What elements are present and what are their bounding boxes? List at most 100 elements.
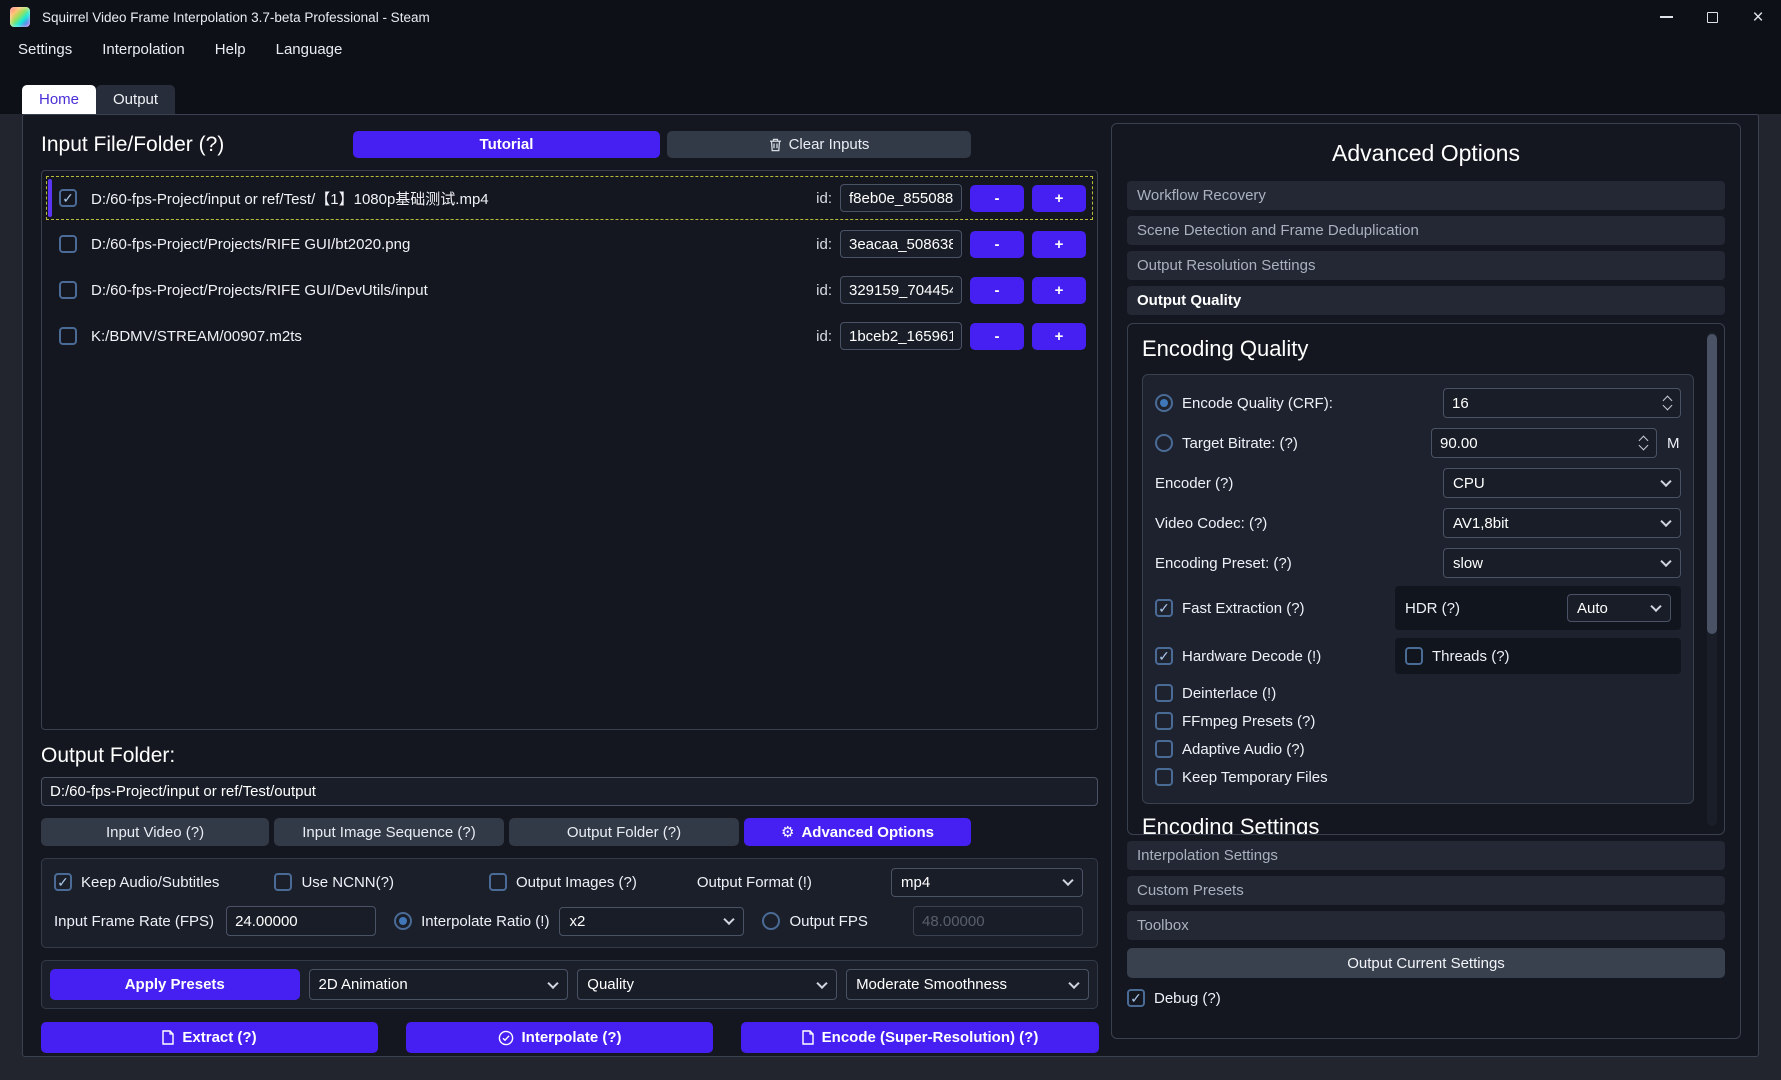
codec-select[interactable]: AV1,8bit [1443, 508, 1681, 538]
section-toolbox[interactable]: Toolbox [1127, 911, 1725, 940]
encode-button[interactable]: Encode (Super-Resolution) (?) [741, 1022, 1099, 1053]
file-checkbox[interactable] [59, 235, 77, 253]
add-file-button[interactable]: + [1032, 323, 1086, 350]
file-row[interactable]: K:/BDMV/STREAM/00907.m2ts id: - + [46, 314, 1093, 358]
bitrate-radio[interactable] [1155, 434, 1173, 452]
remove-file-button[interactable]: - [970, 231, 1024, 258]
menu-settings[interactable]: Settings [18, 41, 72, 58]
maximize-button[interactable] [1689, 0, 1735, 34]
remove-file-button[interactable]: - [970, 185, 1024, 212]
file-checkbox[interactable] [59, 281, 77, 299]
close-button[interactable] [1735, 0, 1781, 34]
debug-checkbox[interactable] [1127, 989, 1145, 1007]
encoder-select[interactable]: CPU [1443, 468, 1681, 498]
threads-checkbox[interactable] [1405, 647, 1423, 665]
bitrate-spinner[interactable] [1431, 428, 1657, 458]
preset-smoothness-select[interactable]: Moderate Smoothness [846, 969, 1089, 1000]
id-label: id: [816, 282, 832, 299]
bitrate-unit: M [1667, 435, 1681, 452]
crf-spinner[interactable] [1443, 388, 1681, 418]
section-scene-detection[interactable]: Scene Detection and Frame Deduplication [1127, 216, 1725, 245]
section-output-quality[interactable]: Output Quality [1127, 286, 1725, 315]
deinterlace-checkbox[interactable] [1155, 684, 1173, 702]
input-image-sequence-button[interactable]: Input Image Sequence (?) [274, 818, 504, 846]
file-id-input[interactable] [840, 322, 962, 350]
bitrate-input[interactable] [1431, 428, 1657, 458]
file-checkbox[interactable] [59, 189, 77, 207]
crf-input[interactable] [1443, 388, 1681, 418]
clear-inputs-button[interactable]: Clear Inputs [667, 131, 971, 158]
input-video-button[interactable]: Input Video (?) [41, 818, 269, 846]
interpolate-button[interactable]: Interpolate (?) [406, 1022, 713, 1053]
add-file-button[interactable]: + [1032, 277, 1086, 304]
add-file-button[interactable]: + [1032, 185, 1086, 212]
chevron-down-icon [1068, 977, 1079, 988]
document-icon [802, 1030, 814, 1045]
encoding-preset-select[interactable]: slow [1443, 548, 1681, 578]
file-checkbox[interactable] [59, 327, 77, 345]
file-id-input[interactable] [840, 184, 962, 212]
input-fps-field[interactable] [226, 906, 376, 936]
section-interpolation-settings[interactable]: Interpolation Settings [1127, 841, 1725, 870]
menu-interpolation[interactable]: Interpolation [102, 41, 185, 58]
file-row[interactable]: D:/60-fps-Project/input or ref/Test/【1】1… [46, 176, 1093, 220]
output-fps-radio[interactable] [762, 912, 780, 930]
tab-output[interactable]: Output [96, 85, 175, 114]
preset-category-value: 2D Animation [319, 976, 408, 993]
scrollbar-track[interactable] [1707, 332, 1717, 826]
window-title: Squirrel Video Frame Interpolation 3.7-b… [42, 10, 430, 25]
advanced-options-button[interactable]: Advanced Options [744, 818, 971, 846]
file-id-input[interactable] [840, 230, 962, 258]
hardware-decode-checkbox[interactable] [1155, 647, 1173, 665]
output-format-select[interactable]: mp4 [891, 868, 1083, 897]
deinterlace-row: Deinterlace (!) [1155, 679, 1681, 707]
preset-quality-select[interactable]: Quality [577, 969, 837, 1000]
output-images-checkbox[interactable] [489, 873, 507, 891]
chevron-down-icon [1660, 556, 1671, 567]
tutorial-button[interactable]: Tutorial [353, 131, 660, 158]
interpolate-ratio-select[interactable]: x2 [559, 907, 744, 936]
crf-row: Encode Quality (CRF): [1155, 383, 1681, 423]
interpolate-ratio-radio[interactable] [394, 912, 412, 930]
encoding-quality-group: Encode Quality (CRF): Target Bitrate: (?… [1142, 374, 1694, 804]
id-label: id: [816, 236, 832, 253]
output-folder-input[interactable] [41, 777, 1098, 806]
trash-icon [769, 138, 782, 152]
fast-extraction-checkbox[interactable] [1155, 599, 1173, 617]
tab-home[interactable]: Home [22, 85, 96, 114]
ffmpeg-presets-checkbox[interactable] [1155, 712, 1173, 730]
section-workflow-recovery[interactable]: Workflow Recovery [1127, 181, 1725, 210]
keep-audio-label: Keep Audio/Subtitles [81, 874, 219, 891]
menu-help[interactable]: Help [215, 41, 246, 58]
encode-options-box: Keep Audio/Subtitles Use NCNN(?) Output … [41, 858, 1098, 948]
remove-file-button[interactable]: - [970, 323, 1024, 350]
minimize-button[interactable] [1643, 0, 1689, 34]
add-file-button[interactable]: + [1032, 231, 1086, 258]
crf-radio[interactable] [1155, 394, 1173, 412]
menu-language[interactable]: Language [276, 41, 343, 58]
file-id-input[interactable] [840, 276, 962, 304]
hdr-select[interactable]: Auto [1567, 594, 1671, 622]
adaptive-audio-label: Adaptive Audio (?) [1182, 741, 1305, 758]
keep-temp-checkbox[interactable] [1155, 768, 1173, 786]
apply-presets-button[interactable]: Apply Presets [50, 969, 300, 1000]
options-row-2: Input Frame Rate (FPS) Interpolate Ratio… [54, 905, 1085, 937]
output-fps-field[interactable] [913, 906, 1083, 936]
file-row[interactable]: D:/60-fps-Project/Projects/RIFE GUI/bt20… [46, 222, 1093, 266]
title-bar[interactable]: Squirrel Video Frame Interpolation 3.7-b… [0, 0, 1781, 34]
preset-category-select[interactable]: 2D Animation [309, 969, 569, 1000]
section-custom-presets[interactable]: Custom Presets [1127, 876, 1725, 905]
remove-file-button[interactable]: - [970, 277, 1024, 304]
use-ncnn-label: Use NCNN(?) [301, 874, 394, 891]
output-folder-button[interactable]: Output Folder (?) [509, 818, 739, 846]
file-row[interactable]: D:/60-fps-Project/Projects/RIFE GUI/DevU… [46, 268, 1093, 312]
output-current-settings-button[interactable]: Output Current Settings [1127, 948, 1725, 978]
use-ncnn-checkbox[interactable] [274, 873, 292, 891]
extract-button[interactable]: Extract (?) [41, 1022, 378, 1053]
menu-bar: Settings Interpolation Help Language [0, 34, 1781, 64]
keep-audio-checkbox[interactable] [54, 873, 72, 891]
scrollbar-thumb[interactable] [1707, 334, 1717, 634]
adaptive-audio-checkbox[interactable] [1155, 740, 1173, 758]
section-output-resolution[interactable]: Output Resolution Settings [1127, 251, 1725, 280]
chevron-down-icon [1062, 875, 1073, 886]
